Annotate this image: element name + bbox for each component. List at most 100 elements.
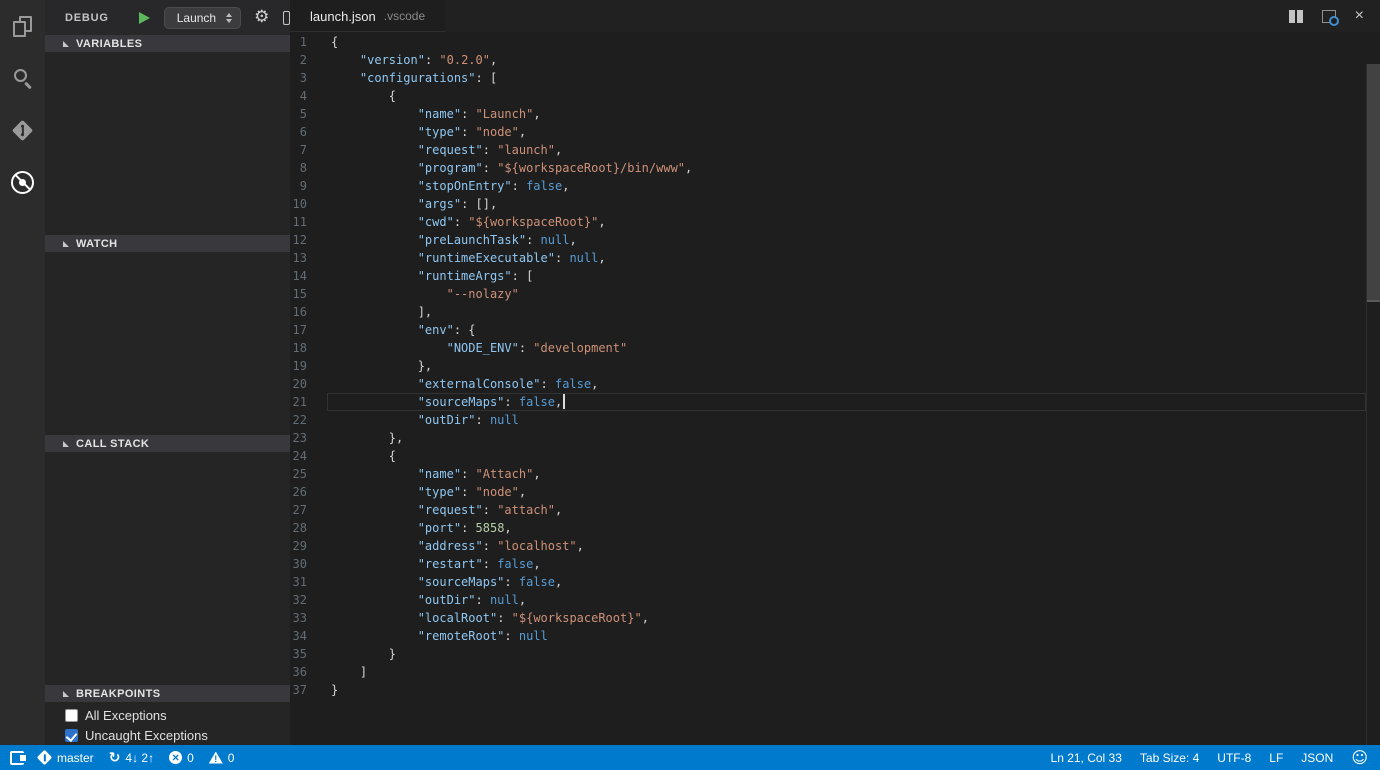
code-line[interactable]: 9 "stopOnEntry": false, bbox=[290, 177, 1380, 195]
encoding-item[interactable]: UTF-8 bbox=[1217, 745, 1251, 770]
line-number[interactable]: 14 bbox=[290, 267, 331, 285]
line-number[interactable]: 26 bbox=[290, 483, 331, 501]
line-number[interactable]: 33 bbox=[290, 609, 331, 627]
line-number[interactable]: 2 bbox=[290, 51, 331, 69]
code-line[interactable]: 37} bbox=[290, 681, 1380, 699]
activity-search[interactable] bbox=[0, 52, 45, 104]
code-line[interactable]: 15 "--nolazy" bbox=[290, 285, 1380, 303]
editor-scrollbar-track[interactable] bbox=[1366, 64, 1380, 745]
code-line[interactable]: 31 "sourceMaps": false, bbox=[290, 573, 1380, 591]
activity-debug[interactable] bbox=[0, 156, 45, 208]
code-line[interactable]: 25 "name": "Attach", bbox=[290, 465, 1380, 483]
section-header-watch[interactable]: WATCH bbox=[45, 235, 290, 252]
breakpoint-row[interactable]: All Exceptions bbox=[45, 705, 290, 725]
code-line[interactable]: 7 "request": "launch", bbox=[290, 141, 1380, 159]
tab-size-item[interactable]: Tab Size: 4 bbox=[1140, 745, 1199, 770]
close-icon[interactable]: × bbox=[1355, 8, 1364, 24]
code-line[interactable]: 2 "version": "0.2.0", bbox=[290, 51, 1380, 69]
line-number[interactable]: 21 bbox=[290, 393, 331, 411]
line-number[interactable]: 20 bbox=[290, 375, 331, 393]
code-line[interactable]: 26 "type": "node", bbox=[290, 483, 1380, 501]
code-line[interactable]: 18 "NODE_ENV": "development" bbox=[290, 339, 1380, 357]
code-line[interactable]: 19 }, bbox=[290, 357, 1380, 375]
line-number[interactable]: 37 bbox=[290, 681, 331, 699]
code-line[interactable]: 20 "externalConsole": false, bbox=[290, 375, 1380, 393]
line-number[interactable]: 29 bbox=[290, 537, 331, 555]
code-line[interactable]: 28 "port": 5858, bbox=[290, 519, 1380, 537]
unchecked-checkbox[interactable] bbox=[65, 709, 78, 722]
line-number[interactable]: 24 bbox=[290, 447, 331, 465]
code-line[interactable]: 35 } bbox=[290, 645, 1380, 663]
line-number[interactable]: 8 bbox=[290, 159, 331, 177]
code-line[interactable]: 11 "cwd": "${workspaceRoot}", bbox=[290, 213, 1380, 231]
line-number[interactable]: 7 bbox=[290, 141, 331, 159]
code-line[interactable]: 22 "outDir": null bbox=[290, 411, 1380, 429]
line-number[interactable]: 12 bbox=[290, 231, 331, 249]
line-number[interactable]: 34 bbox=[290, 627, 331, 645]
code-line[interactable]: 32 "outDir": null, bbox=[290, 591, 1380, 609]
editor-content[interactable]: 1{2 "version": "0.2.0",3 "configurations… bbox=[290, 32, 1380, 745]
line-number[interactable]: 22 bbox=[290, 411, 331, 429]
code-line[interactable]: 12 "preLaunchTask": null, bbox=[290, 231, 1380, 249]
code-line[interactable]: 23 }, bbox=[290, 429, 1380, 447]
line-number[interactable]: 35 bbox=[290, 645, 331, 663]
line-number[interactable]: 16 bbox=[290, 303, 331, 321]
feedback-smiley-icon[interactable]: ☺ bbox=[1351, 745, 1368, 770]
code-line[interactable]: 36 ] bbox=[290, 663, 1380, 681]
code-line[interactable]: 1{ bbox=[290, 33, 1380, 51]
code-line[interactable]: 30 "restart": false, bbox=[290, 555, 1380, 573]
code-line[interactable]: 10 "args": [], bbox=[290, 195, 1380, 213]
code-line[interactable]: 33 "localRoot": "${workspaceRoot}", bbox=[290, 609, 1380, 627]
code-line[interactable]: 34 "remoteRoot": null bbox=[290, 627, 1380, 645]
code-line[interactable]: 8 "program": "${workspaceRoot}/bin/www", bbox=[290, 159, 1380, 177]
section-header-callstack[interactable]: CALL STACK bbox=[45, 435, 290, 452]
line-number[interactable]: 23 bbox=[290, 429, 331, 447]
code-line[interactable]: 14 "runtimeArgs": [ bbox=[290, 267, 1380, 285]
line-number[interactable]: 9 bbox=[290, 177, 331, 195]
line-number[interactable]: 15 bbox=[290, 285, 331, 303]
code-line[interactable]: 13 "runtimeExecutable": null, bbox=[290, 249, 1380, 267]
line-number[interactable]: 30 bbox=[290, 555, 331, 573]
code-line[interactable]: 21 "sourceMaps": false, bbox=[290, 393, 1380, 411]
git-sync-item[interactable]: ↻ 4↓ 2↑ bbox=[109, 745, 154, 770]
open-preview-icon[interactable] bbox=[1322, 10, 1336, 23]
start-debug-button[interactable] bbox=[139, 12, 150, 24]
line-number[interactable]: 3 bbox=[290, 69, 331, 87]
code-line[interactable]: 24 { bbox=[290, 447, 1380, 465]
checked-checkbox[interactable] bbox=[65, 729, 78, 742]
line-number[interactable]: 32 bbox=[290, 591, 331, 609]
line-number[interactable]: 27 bbox=[290, 501, 331, 519]
activity-source-control[interactable] bbox=[0, 104, 45, 156]
line-number[interactable]: 18 bbox=[290, 339, 331, 357]
line-number[interactable]: 6 bbox=[290, 123, 331, 141]
code-line[interactable]: 6 "type": "node", bbox=[290, 123, 1380, 141]
breakpoint-row[interactable]: Uncaught Exceptions bbox=[45, 725, 290, 745]
line-number[interactable]: 28 bbox=[290, 519, 331, 537]
errors-item[interactable]: 0 bbox=[169, 745, 194, 770]
warnings-item[interactable]: 0 bbox=[209, 745, 235, 770]
line-number[interactable]: 36 bbox=[290, 663, 331, 681]
line-number[interactable]: 25 bbox=[290, 465, 331, 483]
git-branch-item[interactable]: master bbox=[39, 745, 94, 770]
section-header-variables[interactable]: VARIABLES bbox=[45, 35, 290, 52]
language-mode-item[interactable]: JSON bbox=[1301, 745, 1333, 770]
section-header-breakpoints[interactable]: BREAKPOINTS bbox=[45, 685, 290, 702]
debug-config-dropdown[interactable]: Launch bbox=[164, 7, 241, 29]
code-line[interactable]: 3 "configurations": [ bbox=[290, 69, 1380, 87]
code-line[interactable]: 4 { bbox=[290, 87, 1380, 105]
debug-console-button[interactable] bbox=[283, 11, 290, 25]
code-line[interactable]: 16 ], bbox=[290, 303, 1380, 321]
eol-item[interactable]: LF bbox=[1269, 745, 1283, 770]
cursor-position-item[interactable]: Ln 21, Col 33 bbox=[1051, 745, 1122, 770]
code-line[interactable]: 5 "name": "Launch", bbox=[290, 105, 1380, 123]
tab-launch-json[interactable]: launch.json .vscode bbox=[290, 0, 445, 32]
activity-explorer[interactable] bbox=[0, 0, 45, 52]
split-editor-icon[interactable] bbox=[1289, 10, 1303, 23]
line-number[interactable]: 1 bbox=[290, 33, 331, 51]
code-line[interactable]: 17 "env": { bbox=[290, 321, 1380, 339]
code-line[interactable]: 27 "request": "attach", bbox=[290, 501, 1380, 519]
line-number[interactable]: 4 bbox=[290, 87, 331, 105]
code-line[interactable]: 29 "address": "localhost", bbox=[290, 537, 1380, 555]
configure-gear-button[interactable]: ⚙ bbox=[254, 9, 269, 26]
line-number[interactable]: 10 bbox=[290, 195, 331, 213]
